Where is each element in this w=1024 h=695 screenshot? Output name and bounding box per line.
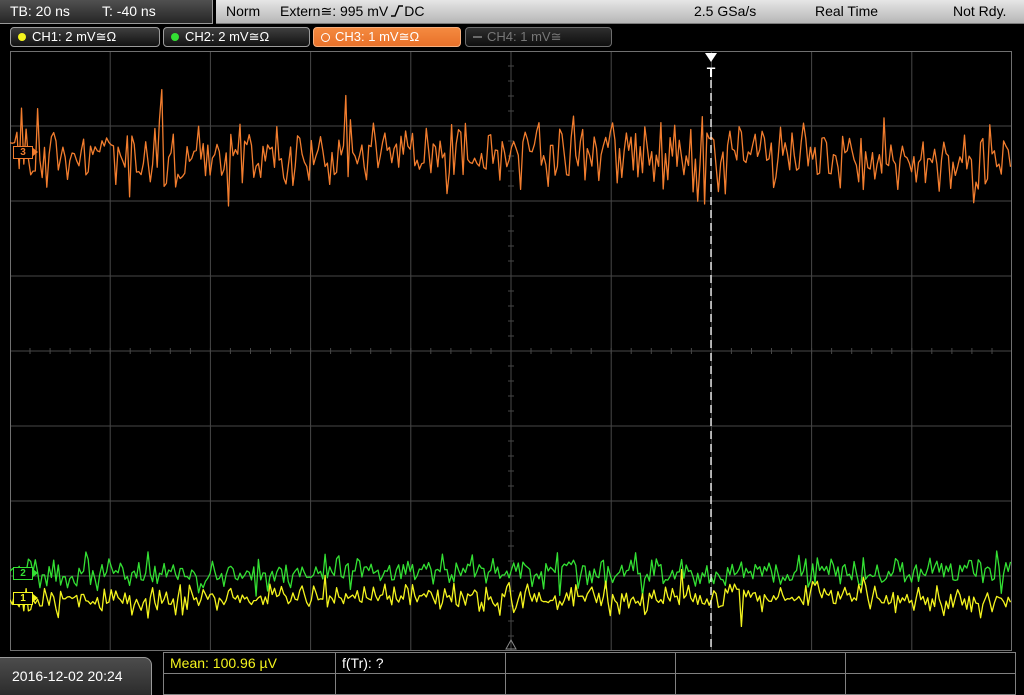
measurement-mean: Mean: 100.96 µV (163, 652, 336, 674)
measurement-table: Mean: 100.96 µV f(Tr): ? (163, 652, 1016, 695)
channel-2-chip[interactable]: CH2: 2 mV≅Ω (163, 27, 310, 47)
measurement-slot (845, 652, 1016, 674)
channel-3-label: CH3: 1 mV≅Ω (335, 29, 420, 44)
measurement-slot (163, 673, 336, 695)
measurement-slot (335, 673, 506, 695)
trigger-status-bar: Norm Extern≅: 995 mV DC 2.5 GSa/s Real Ti… (216, 0, 1024, 24)
trigger-source: Extern≅: 995 mV (280, 3, 389, 19)
rising-edge-icon (391, 5, 404, 17)
measurement-slot (505, 652, 676, 674)
channel-3-chip[interactable]: CH3: 1 mV≅Ω (313, 27, 461, 47)
channel-1-offset-marker[interactable]: 1 (13, 592, 38, 605)
channel-1-chip[interactable]: CH1: 2 mV≅Ω (10, 27, 160, 47)
measurement-slot (675, 652, 846, 674)
channel-3-offset-marker[interactable]: 3 (13, 146, 38, 159)
trigger-state: Not Rdy. (953, 3, 1007, 19)
channel-3-ring-icon (321, 33, 330, 42)
measurement-frequency: f(Tr): ? (335, 652, 506, 674)
channel-off-dash-icon (473, 36, 482, 38)
measurement-row: Mean: 100.96 µV f(Tr): ? (163, 652, 1016, 674)
channel-1-dot-icon (18, 33, 26, 41)
trigger-time-readout: T: -40 ns (102, 3, 156, 19)
channel-2-label: CH2: 2 mV≅Ω (185, 29, 270, 44)
trigger-coupling: DC (404, 3, 425, 19)
trigger-source-group: Extern≅: 995 mV DC (280, 0, 424, 23)
measurement-row (163, 673, 1016, 695)
measurement-slot (675, 673, 846, 695)
channel-2-dot-icon (171, 33, 179, 41)
channel-1-label: CH1: 2 mV≅Ω (32, 29, 117, 44)
channel-4-chip[interactable]: CH4: 1 mV≅ (465, 27, 612, 47)
timebase-panel: TB: 20 ns T: -40 ns (0, 0, 213, 24)
sample-rate: 2.5 GSa/s (694, 3, 757, 19)
timebase-readout: TB: 20 ns (10, 3, 70, 19)
trigger-position-label: T (707, 64, 716, 80)
acquisition-mode: Real Time (815, 3, 879, 19)
channel-4-label: CH4: 1 mV≅ (487, 29, 562, 44)
measurement-slot (845, 673, 1016, 695)
measurement-slot (505, 673, 676, 695)
date-time-display: 2016-12-02 20:24 (0, 657, 152, 695)
trigger-mode: Norm (226, 3, 261, 19)
channel-2-offset-marker[interactable]: 2 (13, 567, 38, 580)
waveform-display: T (10, 51, 1012, 651)
